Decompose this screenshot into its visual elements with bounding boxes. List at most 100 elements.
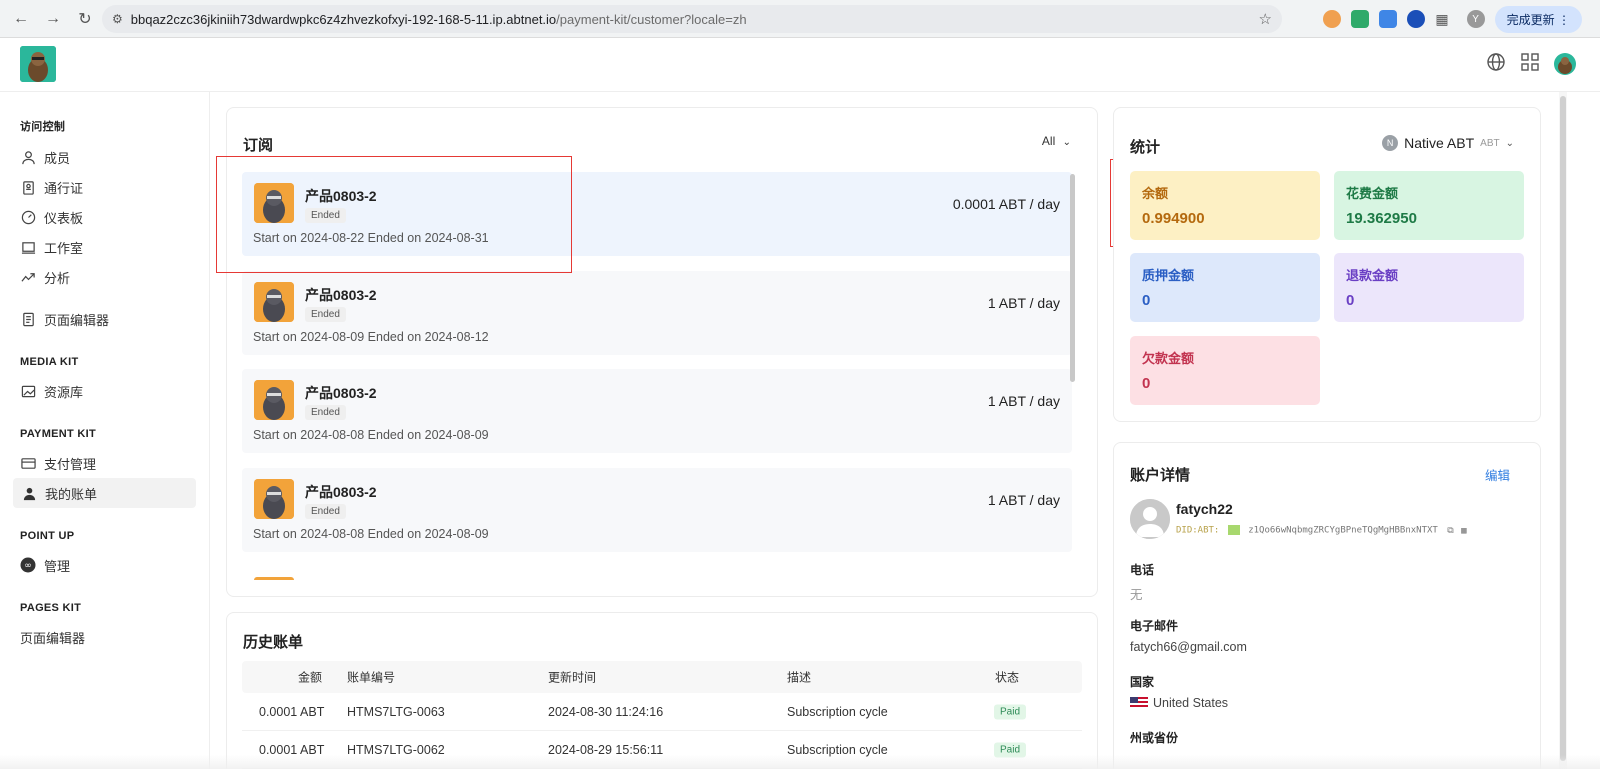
table-row[interactable]: 0.0001 ABT HTMS7LTG-0063 2024-08-30 11:2… — [242, 693, 1082, 731]
sidebar-section-access-control: 访问控制 — [0, 118, 209, 134]
browser-toolbar: ← → ↻ ⚙ bbqaz2czc36jkiniih73dwardwpkc6z4… — [0, 0, 1600, 38]
infinity-icon: ∞ — [20, 557, 36, 573]
phone-value: 无 — [1130, 584, 1143, 603]
sidebar-item-members[interactable]: 成员 — [0, 142, 195, 172]
sidebar-item-resources[interactable]: 资源库 — [0, 376, 195, 406]
user-icon — [20, 149, 36, 165]
profile-avatar[interactable]: Y — [1467, 10, 1485, 28]
statistics-card: 统计 N Native ABT ABT ⌄ 余额 0.994900 花费金额 1… — [1113, 107, 1541, 422]
globe-icon[interactable] — [1486, 52, 1506, 75]
stake-value: 0 — [1142, 292, 1308, 309]
subscription-item[interactable]: 产品0803-2 Ended Start on 2024-08-09 Ended… — [242, 271, 1072, 355]
status-badge: Ended — [305, 405, 346, 420]
url-path: /payment-kit/customer?locale=zh — [556, 12, 746, 27]
svg-text:∞: ∞ — [24, 561, 32, 571]
spent-value: 19.362950 — [1346, 210, 1512, 227]
refund-tile: 退款金额 0 — [1334, 253, 1524, 322]
sidebar-item-page-editor[interactable]: 页面编辑器 — [0, 304, 195, 334]
subscription-price: 1 ABT / day — [988, 393, 1060, 409]
sidebar-item-pages-editor[interactable]: 页面编辑器 — [0, 622, 195, 652]
sidebar-item-dashboard[interactable]: 仪表板 — [0, 202, 195, 232]
verified-extension-icon[interactable] — [1407, 10, 1425, 28]
stake-tile: 质押金额 0 — [1130, 253, 1320, 322]
column-header-amount: 金额 — [298, 669, 322, 686]
product-avatar-partial — [254, 577, 294, 580]
customer-did: DID:ABT: z1Qo66wNqbmgZRCYgBPneTQgMgHBBnx… — [1176, 525, 1467, 536]
sidebar-item-my-bills[interactable]: 我的账单 — [13, 478, 196, 508]
extensions-puzzle-icon[interactable]: ▦ — [1435, 11, 1448, 28]
billing-history-title: 历史账单 — [243, 631, 303, 652]
reload-icon[interactable]: ↻ — [70, 4, 100, 34]
sidebar-item-studio[interactable]: 工作室 — [0, 232, 195, 262]
window-extension-icon[interactable] — [1379, 10, 1397, 28]
bill-time: 2024-08-30 11:24:16 — [548, 705, 663, 719]
image-icon — [20, 383, 36, 399]
product-avatar — [254, 282, 294, 322]
back-icon[interactable]: ← — [6, 4, 36, 34]
subscriptions-title: 订阅 — [243, 134, 273, 155]
product-name: 产品0803-2 — [305, 482, 377, 502]
phone-label: 电话 — [1130, 561, 1154, 578]
email-value: fatych66@gmail.com — [1130, 640, 1247, 654]
sidebar-section-point-up: POINT UP — [0, 530, 209, 542]
bill-status-badge: Paid — [994, 704, 1026, 719]
currency-logo-icon: N — [1382, 135, 1398, 151]
subscription-dates: Start on 2024-08-08 Ended on 2024-08-09 — [253, 527, 489, 541]
spent-tile: 花费金额 19.362950 — [1334, 171, 1524, 240]
subscription-price: 0.0001 ABT / day — [953, 196, 1060, 212]
billing-history-card: 历史账单 金额 账单编号 更新时间 描述 状态 0.0001 ABT HTMS7… — [226, 612, 1098, 769]
sidebar-item-manage[interactable]: ∞ 管理 — [0, 550, 195, 580]
currency-selector[interactable]: N Native ABT ABT ⌄ — [1382, 135, 1514, 151]
table-header: 金额 账单编号 更新时间 描述 状态 — [242, 661, 1082, 693]
gauge-icon — [20, 209, 36, 225]
qrcode-icon[interactable]: ▦ — [1461, 526, 1466, 536]
product-avatar — [254, 479, 294, 519]
email-label: 电子邮件 — [1130, 617, 1178, 634]
update-button[interactable]: 完成更新 ⋮ — [1495, 6, 1582, 33]
page-scrollbar[interactable] — [1559, 92, 1567, 769]
sidebar-item-passport[interactable]: 通行证 — [0, 172, 195, 202]
state-label: 州或省份 — [1130, 729, 1178, 746]
url-host: bbqaz2czc36jkiniih73dwardwpkc6z4zhvezkof… — [131, 12, 556, 27]
sidebar-item-payment-management[interactable]: 支付管理 — [0, 448, 195, 478]
column-header-number: 账单编号 — [347, 669, 395, 686]
us-flag-icon — [1130, 697, 1148, 709]
apps-grid-icon[interactable] — [1520, 52, 1540, 75]
badge-icon — [20, 179, 36, 195]
bill-number[interactable]: HTMS7LTG-0063 — [347, 705, 445, 719]
subscription-item[interactable]: 产品0803-2 Ended Start on 2024-08-08 Ended… — [242, 468, 1072, 552]
copy-icon[interactable]: ⧉ — [1447, 526, 1453, 536]
column-header-time: 更新时间 — [548, 669, 596, 686]
column-header-status: 状态 — [995, 669, 1019, 686]
chevron-down-icon: ⌄ — [1506, 138, 1514, 149]
sidebar: 访问控制 成员 通行证 仪表板 工作室 分析 页面编辑器 MEDIA KIT 资… — [0, 92, 210, 769]
edit-account-link[interactable]: 编辑 — [1485, 465, 1510, 484]
bookmark-star-icon[interactable]: ☆ — [1259, 10, 1272, 28]
subscription-item[interactable]: 产品0803-2 Ended Start on 2024-08-08 Ended… — [242, 369, 1072, 453]
product-name: 产品0803-2 — [305, 383, 377, 403]
trend-icon — [20, 269, 36, 285]
due-tile: 欠款金额 0 — [1130, 336, 1320, 405]
product-avatar — [254, 380, 294, 420]
studio-icon — [20, 239, 36, 255]
subscription-dates: Start on 2024-08-08 Ended on 2024-08-09 — [253, 428, 489, 442]
chevron-down-icon: ⌄ — [1063, 137, 1071, 148]
sidebar-section-pages-kit: PAGES KIT — [0, 602, 209, 614]
status-badge: Ended — [305, 504, 346, 519]
forward-icon[interactable]: → — [38, 4, 68, 34]
subscription-list-scrollbar[interactable] — [1070, 174, 1075, 382]
address-bar[interactable]: ⚙ bbqaz2czc36jkiniih73dwardwpkc6z4zhvezk… — [102, 5, 1282, 33]
highlight-box-subscription — [216, 156, 572, 273]
country-label: 国家 — [1130, 673, 1154, 690]
sidebar-item-analytics[interactable]: 分析 — [0, 262, 195, 292]
statistics-title: 统计 — [1130, 136, 1160, 157]
metamask-extension-icon[interactable] — [1323, 10, 1341, 28]
bill-description: Subscription cycle — [787, 705, 888, 719]
site-settings-icon[interactable]: ⚙ — [112, 12, 123, 26]
user-avatar[interactable] — [1554, 53, 1576, 75]
status-filter-dropdown[interactable]: All ⌄ — [1042, 134, 1071, 148]
account-details-title: 账户详情 — [1130, 464, 1190, 485]
wallet-extension-icon[interactable] — [1351, 10, 1369, 28]
status-badge: Ended — [305, 307, 346, 322]
app-logo[interactable] — [20, 46, 56, 82]
